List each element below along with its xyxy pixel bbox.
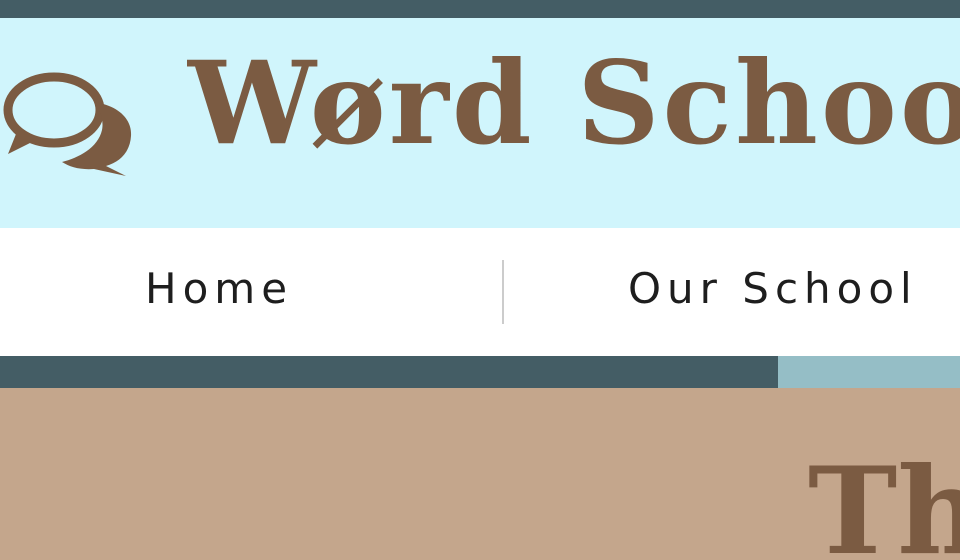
speech-bubbles-icon (3, 72, 132, 176)
hero-section: Th (0, 388, 960, 560)
hero-heading: Th (808, 441, 960, 560)
site-title[interactable]: Wørd School (188, 46, 960, 160)
top-bar (0, 0, 960, 18)
nav-item-home[interactable]: Home (145, 264, 293, 314)
decorative-strip-light (778, 356, 960, 388)
nav-divider (502, 260, 504, 324)
decorative-strip-dark (0, 356, 778, 388)
site-header: Wørd School (0, 18, 960, 228)
main-nav: Home Our School (0, 228, 960, 356)
nav-item-our-school[interactable]: Our School (628, 264, 918, 314)
